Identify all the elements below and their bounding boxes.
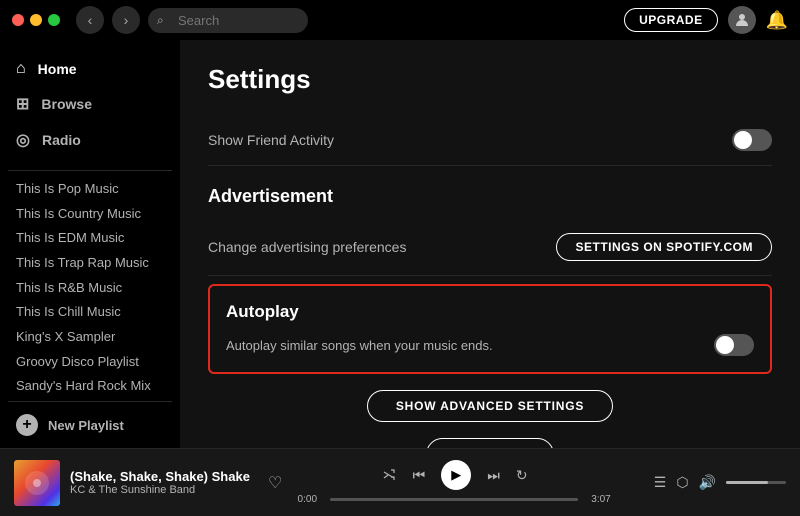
shuffle-button[interactable] <box>381 467 397 483</box>
previous-button[interactable]: ⏮ <box>413 467 426 484</box>
advertising-prefs-row: Change advertising preferences SETTINGS … <box>208 219 772 276</box>
progress-row: 0:00 3:07 <box>292 494 616 505</box>
settings-title: Settings <box>208 64 772 95</box>
sidebar: ⌂ Home ⊞ Browse ◎ Radio This Is Pop Musi… <box>0 40 180 448</box>
friend-activity-row: Show Friend Activity <box>208 115 772 166</box>
sidebar-nav: ⌂ Home ⊞ Browse ◎ Radio <box>0 40 180 166</box>
queue-button[interactable]: ☰ <box>654 474 667 491</box>
autoplay-toggle[interactable] <box>714 334 754 356</box>
titlebar: ‹ › ⌕ UPGRADE 🔔 <box>0 0 800 40</box>
minimize-button[interactable] <box>30 14 42 26</box>
sidebar-item-browse[interactable]: ⊞ Browse <box>0 86 180 122</box>
plus-circle-icon: + <box>16 414 38 436</box>
back-button[interactable]: ‹ <box>76 6 104 34</box>
track-artist[interactable]: KC & The Sunshine Band <box>70 484 250 496</box>
settings-content: Settings Show Friend Activity Advertisem… <box>180 40 800 448</box>
friend-activity-label: Show Friend Activity <box>208 132 334 148</box>
play-pause-button[interactable]: ▶ <box>441 460 471 490</box>
autoplay-row: Autoplay similar songs when your music e… <box>226 334 754 356</box>
close-button[interactable] <box>12 14 24 26</box>
user-avatar[interactable] <box>728 6 756 34</box>
autoplay-box: Autoplay Autoplay similar songs when you… <box>208 284 772 374</box>
now-playing-bar: (Shake, Shake, Shake) Shake KC & The Sun… <box>0 448 800 516</box>
sidebar-playlist-trap[interactable]: This Is Trap Rap Music <box>0 249 180 274</box>
track-art <box>14 460 60 506</box>
toggle-thumb <box>734 131 752 149</box>
sidebar-playlist-kings[interactable]: King's X Sampler <box>0 323 180 348</box>
home-icon: ⌂ <box>16 60 26 78</box>
repeat-button[interactable]: ↻ <box>516 467 528 484</box>
radio-icon: ◎ <box>16 130 30 150</box>
sidebar-playlist-country[interactable]: This Is Country Music <box>0 200 180 225</box>
show-advanced-button[interactable]: SHOW ADVANCED SETTINGS <box>367 390 613 422</box>
devices-button[interactable]: ⬡ <box>676 474 688 491</box>
track-name: (Shake, Shake, Shake) Shake <box>70 469 250 484</box>
volume-bar[interactable] <box>726 481 786 484</box>
friend-activity-toggle[interactable] <box>732 129 772 151</box>
sidebar-item-browse-label: Browse <box>41 96 92 112</box>
sidebar-playlist-edm[interactable]: This Is EDM Music <box>0 224 180 249</box>
volume-icon[interactable]: 🔊 <box>699 474 716 491</box>
advertising-prefs-label: Change advertising preferences <box>208 239 406 255</box>
advertisement-heading: Advertisement <box>208 186 772 207</box>
like-button[interactable]: ♡ <box>268 473 282 493</box>
sidebar-divider-2 <box>8 401 172 402</box>
forward-button[interactable]: › <box>112 6 140 34</box>
autoplay-toggle-thumb <box>716 336 734 354</box>
search-wrap: ⌕ <box>148 8 308 33</box>
control-buttons: ⏮ ▶ ⏭ ↻ <box>381 460 528 490</box>
player-controls: ⏮ ▶ ⏭ ↻ 0:00 3:07 <box>292 460 616 505</box>
search-icon: ⌕ <box>157 13 164 28</box>
sidebar-item-radio-label: Radio <box>42 132 81 148</box>
sidebar-playlist-groovy[interactable]: Groovy Disco Playlist <box>0 348 180 373</box>
maximize-button[interactable] <box>48 14 60 26</box>
browse-icon: ⊞ <box>16 94 29 114</box>
upgrade-button[interactable]: UPGRADE <box>624 8 718 32</box>
volume-fill <box>726 481 768 484</box>
sidebar-item-radio[interactable]: ◎ Radio <box>0 122 180 158</box>
sidebar-playlist-sandy[interactable]: Sandy's Hard Rock Mix <box>0 372 180 397</box>
new-playlist-label: New Playlist <box>48 418 124 433</box>
notification-icon[interactable]: 🔔 <box>766 10 788 31</box>
titlebar-right: UPGRADE 🔔 <box>624 6 788 34</box>
next-button[interactable]: ⏭ <box>487 467 500 484</box>
sidebar-item-home-label: Home <box>38 61 77 77</box>
current-time: 0:00 <box>292 494 322 505</box>
new-playlist-button[interactable]: + New Playlist <box>0 406 180 444</box>
sidebar-playlist-rnb[interactable]: This Is R&B Music <box>0 274 180 299</box>
right-controls: ☰ ⬡ 🔊 <box>626 474 786 491</box>
logout-button[interactable]: LOG OUT <box>426 438 555 448</box>
main-layout: ⌂ Home ⊞ Browse ◎ Radio This Is Pop Musi… <box>0 40 800 448</box>
autoplay-heading: Autoplay <box>226 302 754 322</box>
search-input[interactable] <box>148 8 308 33</box>
sidebar-item-home[interactable]: ⌂ Home <box>0 52 180 86</box>
sidebar-divider <box>8 170 172 171</box>
progress-bar[interactable] <box>330 498 578 501</box>
autoplay-desc: Autoplay similar songs when your music e… <box>226 338 493 353</box>
spotify-settings-button[interactable]: SETTINGS ON SPOTIFY.COM <box>556 233 772 261</box>
track-info: (Shake, Shake, Shake) Shake KC & The Sun… <box>70 469 250 496</box>
sidebar-playlist-chill[interactable]: This Is Chill Music <box>0 298 180 323</box>
traffic-lights <box>12 14 60 26</box>
sidebar-playlist-pop[interactable]: This Is Pop Music <box>0 175 180 200</box>
total-time: 3:07 <box>586 494 616 505</box>
